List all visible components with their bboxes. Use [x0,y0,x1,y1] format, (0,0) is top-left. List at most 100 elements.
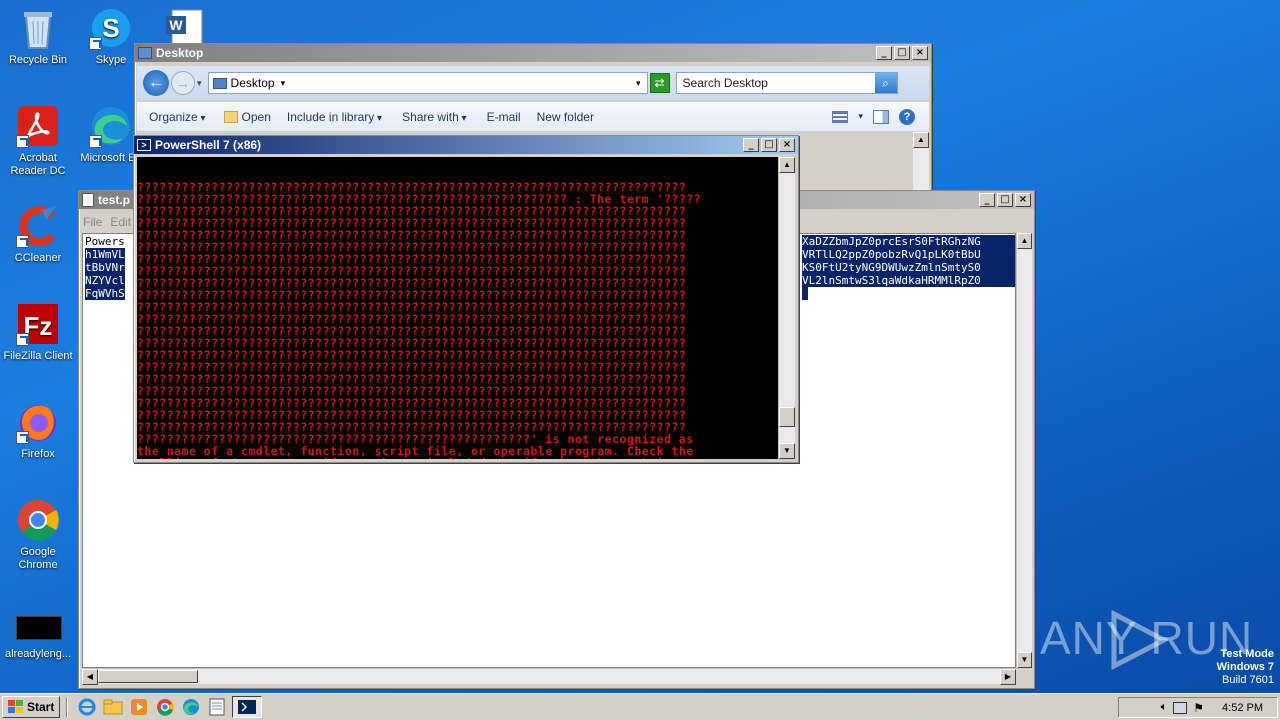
maximize-button[interactable]: □ [894,46,910,60]
powershell-taskbar-button[interactable] [232,696,263,718]
organize-menu[interactable]: Organize [137,110,214,124]
notepad-horizontal-scrollbar[interactable]: ◀ ▶ [82,668,1016,685]
search-icon[interactable]: ⌕ [874,73,897,93]
explorer-window-icon [138,47,152,59]
notepad-right-text: XaDZZbmJpZ0prcEsrS0FtRGhzNG VRTlLQ2ppZ0p… [802,235,1015,300]
open-button[interactable]: Open [214,110,279,124]
desktop-icon-label: FileZilla Client [3,350,73,362]
new-folder-button[interactable]: New folder [529,110,602,124]
internet-explorer-icon[interactable] [76,697,98,717]
windows-version-line: Windows 7 [1216,661,1274,673]
maximize-button[interactable]: □ [761,138,777,152]
search-box[interactable]: Search Desktop ⌕ [675,72,898,94]
view-options-icon[interactable] [832,110,849,123]
minimize-button[interactable]: _ [876,46,892,60]
share-with-menu[interactable]: Share with [390,110,475,124]
scroll-down-arrow-icon[interactable]: ▼ [1017,652,1032,668]
include-in-library-menu[interactable]: Include in library [279,110,390,124]
desktop-icon-chrome[interactable]: Google Chrome [0,498,76,572]
notepad-title: test.p [98,193,131,207]
explorer-titlebar[interactable]: Desktop _ □ × [135,44,931,62]
menu-file[interactable]: File [83,215,102,229]
preview-pane-icon[interactable] [873,109,889,124]
desktop-icon-ccleaner[interactable]: CCleaner [0,204,76,265]
address-dropdown-icon[interactable]: ▾ [281,78,286,89]
desktop-icon-alreadyleng[interactable]: alreadyleng... [0,614,76,661]
desktop-icon-filezilla[interactable]: Fz FileZilla Client [0,302,76,363]
powershell-console[interactable]: ????????????????????????????????????????… [137,157,778,459]
powershell-window[interactable]: > PowerShell 7 (x86) _ □ × ?????????????… [133,135,799,463]
notepad-icon [82,193,94,207]
email-button[interactable]: E-mail [475,110,529,124]
edge-icon [89,104,133,148]
desktop-icon-acrobat[interactable]: Acrobat Reader DC [0,104,76,178]
scroll-left-arrow-icon[interactable]: ◀ [82,669,98,685]
recent-pages-chevron-icon[interactable]: ▾ [197,78,202,89]
minimize-button[interactable]: _ [743,138,759,152]
desktop-location-icon [212,77,227,89]
explorer-command-bar: Organize Open Include in library Share w… [137,102,929,132]
notepad-left-text: Powers h1WmVL tBbVNr NZYVcl FqWVhS [85,235,125,300]
word-document-icon[interactable]: W [164,8,208,45]
menu-edit[interactable]: Edit [110,215,131,229]
powershell-vertical-scrollbar[interactable]: ▲ ▼ [778,157,795,459]
desktop-icon-label: CCleaner [14,252,62,264]
scroll-up-arrow-icon[interactable]: ▲ [1017,233,1032,249]
back-arrow-icon[interactable]: ← [143,70,169,96]
chrome-taskbar-icon[interactable] [154,697,176,717]
powershell-icon: > [137,139,151,151]
help-icon[interactable]: ? [899,108,915,125]
notepad-taskbar-icon[interactable] [206,697,228,717]
skype-icon: S [89,6,133,50]
desktop-icon-label: Google Chrome [18,546,58,571]
forward-arrow-icon[interactable]: → [171,71,195,95]
address-bar[interactable]: Desktop ▾ ▾ [207,72,648,94]
desktop-icon-label: Acrobat Reader DC [10,152,66,177]
chrome-icon [16,498,60,542]
media-player-icon[interactable] [128,697,150,717]
maximize-button[interactable]: □ [997,193,1013,207]
scroll-down-arrow-icon[interactable]: ▼ [779,443,795,459]
svg-text:S: S [102,13,119,43]
address-history-chevron-icon[interactable]: ▾ [636,78,641,89]
close-button[interactable]: × [912,46,928,60]
clock[interactable]: 4:52 PM [1222,702,1263,714]
recycle-bin-icon [16,6,60,50]
refresh-icon[interactable]: ⇄ [649,73,670,93]
powershell-title: PowerShell 7 (x86) [155,138,262,152]
close-button[interactable]: × [1015,193,1031,207]
network-icon[interactable] [1173,701,1188,714]
action-center-flag-icon[interactable]: ⚑ [1193,701,1204,715]
text-line [802,287,808,300]
desktop-icon-recycle-bin[interactable]: Recycle Bin [0,6,76,67]
file-explorer-icon[interactable] [102,697,124,717]
desktop-icon-label: alreadyleng... [4,648,72,660]
shortcut-arrow-icon [16,431,29,444]
search-placeholder: Search Desktop [682,76,768,90]
desktop-icon-firefox[interactable]: Firefox [0,400,76,461]
text-line: XaDZZbmJpZ0prcEsrS0FtRGhzNG [802,235,1015,248]
edge-taskbar-icon[interactable] [180,697,202,717]
scroll-up-arrow-icon[interactable]: ▲ [779,157,795,173]
start-label: Start [27,700,55,714]
speaker-icon[interactable]: 🔈︎ [1161,701,1168,714]
minimize-button[interactable]: _ [979,193,995,207]
view-dropdown-icon[interactable]: ▾ [858,111,863,122]
horizontal-scroll-thumb[interactable] [98,670,198,683]
powershell-titlebar[interactable]: > PowerShell 7 (x86) _ □ × [134,136,798,154]
svg-text:W: W [169,17,183,33]
scroll-right-arrow-icon[interactable]: ▶ [1000,669,1016,685]
close-button[interactable]: × [779,138,795,152]
test-mode-line: Test Mode [1220,648,1274,660]
shortcut-arrow-icon [89,135,102,148]
notepad-vertical-scrollbar[interactable]: ▲ ▼ [1016,233,1032,668]
open-label: Open [241,109,271,124]
acrobat-icon [16,104,60,148]
text-line: NZYVcl [85,274,125,287]
open-folder-icon [223,110,238,123]
vertical-scroll-thumb[interactable] [779,407,795,427]
start-button[interactable]: Start [2,696,61,718]
scroll-up-arrow-icon[interactable]: ▲ [913,132,929,148]
shortcut-arrow-icon [16,235,29,248]
explorer-vertical-scrollbar[interactable]: ▲ [913,132,929,190]
